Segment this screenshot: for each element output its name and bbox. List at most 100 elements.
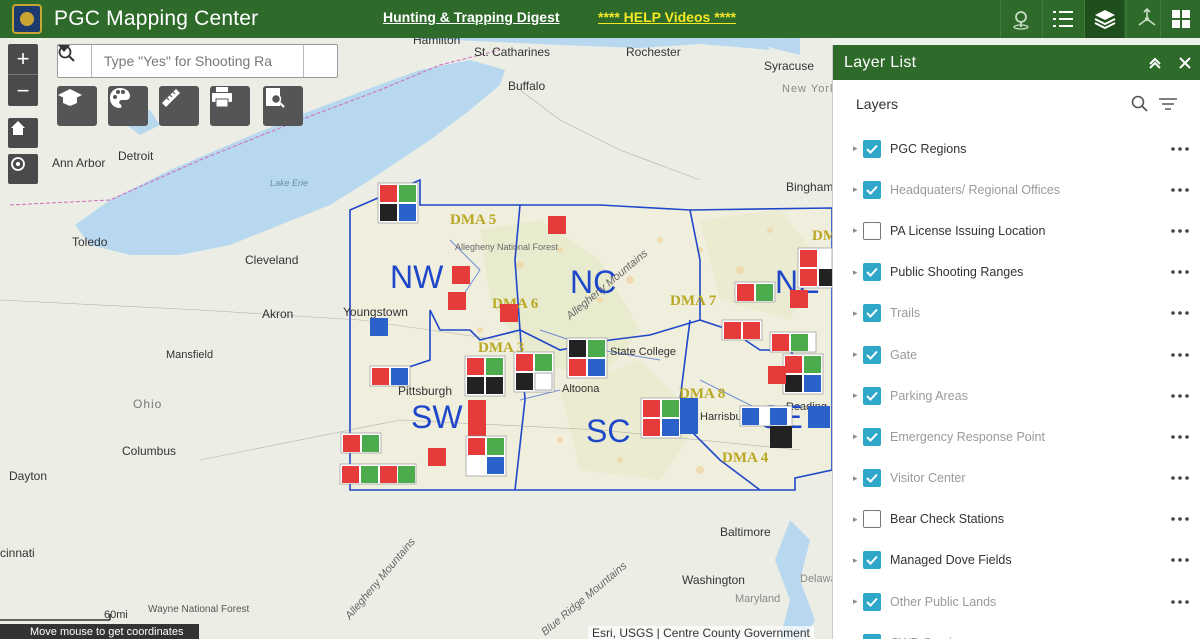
state-label: Maryland: [735, 593, 780, 605]
layer-row[interactable]: ▸CWD Services: [833, 622, 1200, 639]
expand-triangle-icon[interactable]: ▸: [853, 514, 863, 525]
layer-row[interactable]: ▸ Managed Dove Fields: [833, 540, 1200, 581]
zoom-out-button[interactable]: −: [8, 75, 38, 106]
layer-row[interactable]: ▸ Visitor Center: [833, 458, 1200, 499]
more-options-icon[interactable]: [1160, 187, 1200, 192]
app-title: PGC Mapping Center: [54, 7, 259, 30]
region-label: SW: [411, 399, 463, 435]
layer-visibility-checkbox[interactable]: [863, 180, 881, 199]
more-options-icon[interactable]: [1160, 352, 1200, 357]
layer-row[interactable]: ▸ Trails: [833, 293, 1200, 334]
query-button[interactable]: [263, 86, 303, 126]
city-label: State College: [610, 346, 676, 358]
layer-visibility-checkbox[interactable]: [863, 633, 881, 639]
layer-visibility-checkbox[interactable]: [863, 263, 881, 282]
dma-label: DMA 7: [670, 293, 717, 309]
layer-visibility-checkbox[interactable]: [863, 592, 881, 611]
forest-label: Wayne National Forest: [148, 604, 250, 615]
city-label: Detroit: [118, 149, 154, 163]
measure-area-button[interactable]: [57, 86, 97, 126]
layer-label: Parking Areas: [890, 388, 968, 403]
expand-triangle-icon[interactable]: ▸: [853, 596, 863, 607]
search-input[interactable]: [91, 45, 304, 77]
layer-visibility-checkbox[interactable]: [863, 469, 881, 488]
expand-triangle-icon[interactable]: ▸: [853, 473, 863, 484]
layer-visibility-checkbox[interactable]: [863, 345, 881, 364]
ruler-icon: [162, 89, 180, 107]
dma-label: DMA 4: [722, 450, 769, 466]
more-options-icon[interactable]: [1160, 517, 1200, 522]
layer-row[interactable]: ▸ PGC Regions: [833, 128, 1200, 169]
scale-label: 60mi: [104, 609, 128, 621]
more-options-icon[interactable]: [1160, 229, 1200, 233]
layer-visibility-checkbox[interactable]: [863, 510, 881, 529]
layer-visibility-checkbox[interactable]: [863, 427, 881, 446]
map-canvas[interactable]: Hamilton St. Catharines Rochester Syracu…: [0, 38, 832, 639]
search-icon[interactable]: [1126, 95, 1154, 113]
layer-visibility-checkbox[interactable]: [863, 386, 881, 405]
expand-triangle-icon[interactable]: ▸: [853, 555, 863, 566]
layer-visibility-checkbox[interactable]: [863, 304, 881, 323]
layer-visibility-checkbox[interactable]: [863, 551, 881, 570]
locate-button[interactable]: [8, 154, 38, 184]
layer-row[interactable]: ▸ Parking Areas: [833, 375, 1200, 416]
filter-icon[interactable]: [1154, 96, 1182, 112]
expand-triangle-icon[interactable]: ▸: [853, 390, 863, 401]
layers-icon[interactable]: [1084, 0, 1124, 38]
grid-icon[interactable]: [1160, 0, 1200, 38]
layer-row[interactable]: ▸ Emergency Response Point: [833, 416, 1200, 457]
layer-row[interactable]: ▸ PA License Issuing Location: [833, 210, 1200, 251]
search-box: [57, 44, 338, 78]
city-label: Dayton: [9, 469, 47, 483]
measure-button[interactable]: [159, 86, 199, 126]
zoom-in-button[interactable]: +: [8, 44, 38, 75]
city-label: Buffalo: [508, 79, 545, 93]
expand-triangle-icon[interactable]: ▸: [853, 225, 863, 236]
layer-visibility-checkbox[interactable]: [863, 221, 881, 240]
layer-label: Managed Dove Fields: [890, 553, 1012, 568]
list-icon[interactable]: [1042, 0, 1082, 38]
layer-row[interactable]: ▸ Gate: [833, 334, 1200, 375]
collapse-icon[interactable]: [1140, 56, 1170, 70]
more-options-icon[interactable]: [1160, 476, 1200, 480]
home-button[interactable]: [8, 118, 38, 148]
city-label: Baltimore: [720, 525, 771, 539]
layer-row[interactable]: ▸ Other Public Lands: [833, 581, 1200, 622]
expand-triangle-icon[interactable]: ▸: [853, 308, 863, 319]
state-label: Delaware: [800, 573, 832, 585]
layer-label: Other Public Lands: [890, 594, 997, 609]
close-icon[interactable]: [1170, 56, 1200, 69]
layer-visibility-checkbox[interactable]: [863, 139, 881, 158]
expand-triangle-icon[interactable]: ▸: [853, 267, 863, 278]
expand-triangle-icon[interactable]: ▸: [853, 431, 863, 442]
layer-label: Gate: [890, 347, 918, 362]
map-view[interactable]: Hamilton St. Catharines Rochester Syracu…: [0, 38, 832, 639]
more-options-icon[interactable]: [1160, 311, 1200, 316]
expand-triangle-icon[interactable]: ▸: [853, 184, 863, 195]
layer-row[interactable]: ▸ Bear Check Stations: [833, 499, 1200, 540]
city-label: Youngstown: [343, 305, 408, 319]
city-label: St. Catharines: [474, 45, 550, 59]
search-icon: [58, 45, 75, 62]
more-options-icon[interactable]: [1160, 146, 1200, 151]
more-options-icon[interactable]: [1160, 558, 1200, 563]
help-videos-link[interactable]: **** HELP Videos ****: [598, 9, 736, 25]
layer-row[interactable]: ▸ Headquaters/ Regional Offices: [833, 169, 1200, 210]
more-options-icon[interactable]: [1160, 435, 1200, 439]
home-icon: [11, 121, 25, 135]
search-button[interactable]: [58, 45, 337, 77]
expand-triangle-icon[interactable]: ▸: [853, 143, 863, 154]
layer-label: Headquaters/ Regional Offices: [890, 182, 1061, 197]
location-pin-icon[interactable]: [1000, 0, 1040, 38]
expand-triangle-icon[interactable]: ▸: [853, 349, 863, 360]
city-label: Cleveland: [245, 253, 298, 267]
digest-link[interactable]: Hunting & Trapping Digest: [383, 9, 560, 25]
draw-button[interactable]: [108, 86, 148, 126]
panel-header: Layer List: [833, 45, 1200, 80]
more-options-icon[interactable]: [1160, 270, 1200, 274]
more-options-icon[interactable]: [1160, 393, 1200, 398]
layer-row[interactable]: ▸ Public Shooting Ranges: [833, 252, 1200, 293]
print-button[interactable]: [210, 86, 250, 126]
state-label: New York: [782, 83, 832, 95]
more-options-icon[interactable]: [1160, 599, 1200, 604]
